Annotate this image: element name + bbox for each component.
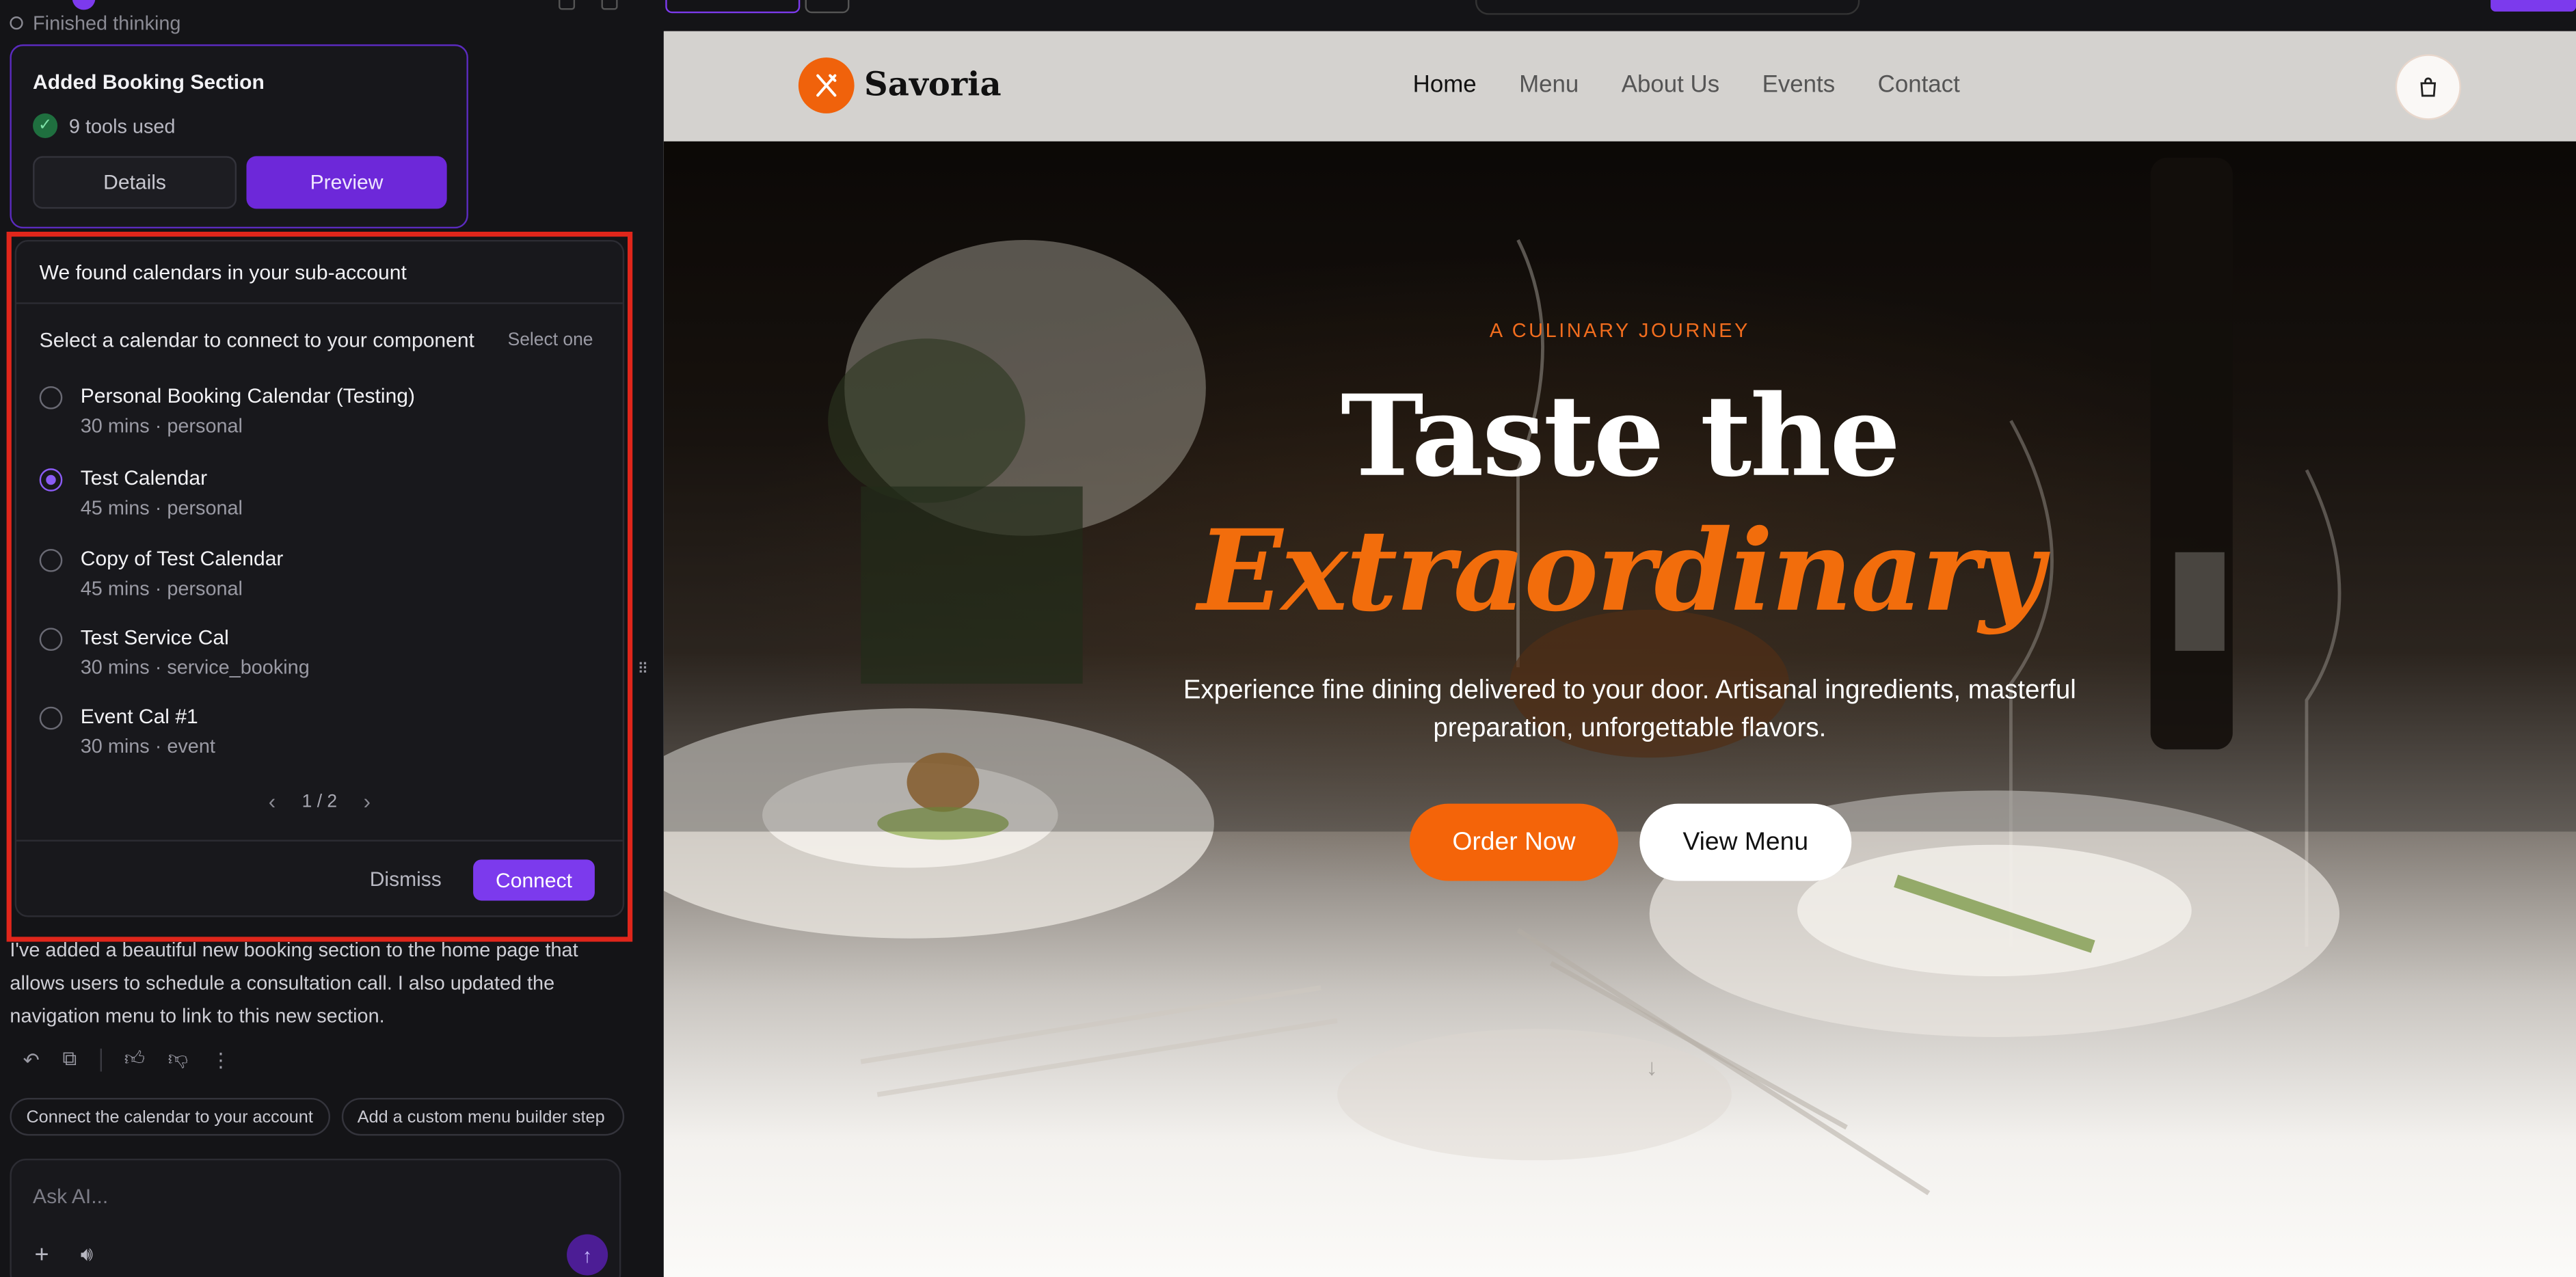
step-title: Added Booking Section xyxy=(33,70,265,94)
app-window: Finished thinking Added Booking Section … xyxy=(0,0,2576,1277)
dismiss-button[interactable]: Dismiss xyxy=(370,868,442,891)
view-menu-button[interactable]: View Menu xyxy=(1639,803,1852,881)
preview-button[interactable]: Preview xyxy=(246,156,447,209)
calendar-option[interactable]: Event Cal #1 30 mins · event xyxy=(39,705,598,770)
calendar-card-subtitle: Select a calendar to connect to your com… xyxy=(39,328,474,352)
assistant-message: I've added a beautiful new booking secti… xyxy=(10,938,578,1027)
brand-name[interactable]: Savoria xyxy=(864,64,1002,104)
calendar-meta: 45 mins · personal xyxy=(80,496,243,520)
tab[interactable] xyxy=(805,0,850,14)
radio-button-selected[interactable] xyxy=(39,468,63,492)
site-nav-links: Home Menu About Us Events Contact xyxy=(1413,72,1960,98)
details-button[interactable]: Details xyxy=(33,156,237,209)
step-card: Added Booking Section ✓ 9 tools used Det… xyxy=(10,44,468,229)
divider xyxy=(99,1047,102,1071)
resize-handle-icon[interactable]: ⠿ xyxy=(637,660,650,677)
calendar-name: Event Cal #1 xyxy=(80,705,198,729)
chat-panel: Finished thinking Added Booking Section … xyxy=(0,0,641,1277)
copy-icon[interactable]: ⧉ xyxy=(62,1047,77,1071)
calendar-picker-card: We found calendars in your sub-account S… xyxy=(14,239,625,918)
hero-section: A CULINARY JOURNEY Taste the Extraordina… xyxy=(663,141,2576,1277)
suggestion-chip[interactable]: Add a custom menu builder step xyxy=(340,1097,624,1136)
tools-used-label: 9 tools used xyxy=(68,114,176,137)
calendar-meta: 45 mins · personal xyxy=(80,576,243,600)
select-one-hint: Select one xyxy=(507,330,593,351)
page-indicator: 1 / 2 xyxy=(301,791,338,811)
tools-used: ✓ 9 tools used xyxy=(33,113,175,138)
pagination: ‹ 1 / 2 › xyxy=(16,789,623,814)
thinking-label: Finished thinking xyxy=(33,11,181,35)
calendar-card-footer: Dismiss Connect xyxy=(16,839,623,918)
radio-button[interactable] xyxy=(39,548,63,572)
suggestion-chip[interactable]: Connect the calendar to your account xyxy=(10,1097,330,1136)
arrow-down-icon[interactable]: ↓ xyxy=(1646,1053,1658,1079)
hero-title-line1: Taste the xyxy=(1341,371,1901,503)
tab-active[interactable] xyxy=(665,0,801,14)
avatar xyxy=(72,0,96,10)
check-circle-icon: ✓ xyxy=(33,113,58,138)
calendar-option[interactable]: Personal Booking Calendar (Testing) 30 m… xyxy=(39,384,598,451)
nav-link-events[interactable]: Events xyxy=(1762,72,1836,98)
publish-button[interactable] xyxy=(2491,0,2576,12)
undo-icon[interactable]: ↶ xyxy=(23,1048,40,1071)
nav-link-home[interactable]: Home xyxy=(1413,72,1477,98)
chevron-right-icon[interactable]: › xyxy=(364,789,371,814)
hero-title-line2: Extraordinary xyxy=(1197,506,2044,638)
calendar-name: Test Calendar xyxy=(80,466,208,490)
panel-icon[interactable] xyxy=(559,0,576,10)
radio-button[interactable] xyxy=(39,628,63,651)
calendar-name: Copy of Test Calendar xyxy=(80,547,284,571)
chevron-left-icon[interactable]: ‹ xyxy=(269,789,276,814)
hero-description: Experience fine dining delivered to your… xyxy=(1183,677,2076,743)
order-now-button[interactable]: Order Now xyxy=(1409,803,1619,881)
calendar-option[interactable]: Test Calendar 45 mins · personal xyxy=(39,466,598,533)
plus-icon[interactable]: + xyxy=(34,1241,49,1269)
more-icon[interactable]: ⋮ xyxy=(211,1048,230,1071)
nav-link-contact[interactable]: Contact xyxy=(1878,72,1960,98)
radio-button[interactable] xyxy=(39,706,63,730)
chat-input[interactable]: Ask AI... + 🔊︎ ↑ xyxy=(10,1158,621,1277)
site-navbar: Savoria Home Menu About Us Events Contac… xyxy=(663,31,2576,142)
panel-icon[interactable] xyxy=(601,0,618,10)
nav-link-about[interactable]: About Us xyxy=(1622,72,1719,98)
utensils-icon[interactable] xyxy=(798,57,855,113)
radio-button[interactable] xyxy=(39,386,63,409)
calendar-name: Personal Booking Calendar (Testing) xyxy=(80,384,416,408)
connect-button[interactable]: Connect xyxy=(473,859,595,901)
arrow-up-icon[interactable]: ↑ xyxy=(567,1234,608,1276)
suggestion-chips: Connect the calendar to your account Add… xyxy=(10,1097,624,1136)
hero-eyebrow: A CULINARY JOURNEY xyxy=(1489,319,1751,342)
message-actions: ↶ ⧉ 👍︎ 👎︎ ⋮ xyxy=(23,1047,230,1071)
nav-link-menu[interactable]: Menu xyxy=(1519,72,1579,98)
calendar-meta: 30 mins · event xyxy=(80,734,215,758)
chat-input-placeholder: Ask AI... xyxy=(33,1185,109,1209)
shopping-bag-icon[interactable] xyxy=(2395,54,2461,120)
site-preview: Savoria Home Menu About Us Events Contac… xyxy=(663,31,2576,1277)
calendar-meta: 30 mins · service_booking xyxy=(80,656,310,679)
url-bar[interactable] xyxy=(1475,0,1860,15)
voice-icon[interactable]: 🔊︎ xyxy=(81,1242,93,1267)
calendar-meta: 30 mins · personal xyxy=(80,414,243,438)
thumbs-up-icon[interactable]: 👍︎ xyxy=(124,1047,145,1071)
status-dot-icon xyxy=(10,16,23,30)
calendar-card-header: We found calendars in your sub-account xyxy=(16,241,623,304)
thinking-status[interactable]: Finished thinking xyxy=(10,11,181,35)
calendar-option[interactable]: Copy of Test Calendar 45 mins · personal xyxy=(39,547,598,613)
calendar-option[interactable]: Test Service Cal 30 mins · service_booki… xyxy=(39,626,598,692)
thumbs-down-icon[interactable]: 👎︎ xyxy=(168,1047,188,1071)
calendar-name: Test Service Cal xyxy=(80,626,229,649)
